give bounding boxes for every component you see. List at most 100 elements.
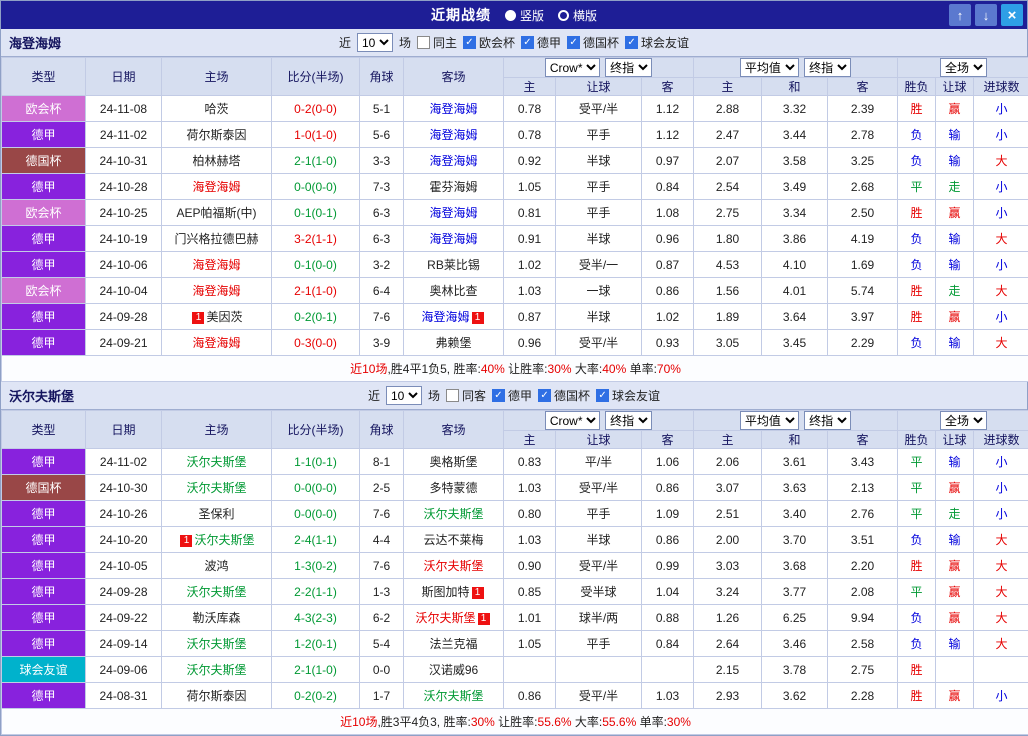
avg-odds-draw: 3.46	[762, 631, 828, 657]
avg-odds-draw: 3.61	[762, 449, 828, 475]
home-team-cell: 荷尔斯泰因	[162, 683, 272, 709]
match-row: 欧会杯24-11-08哈茨0-2(0-0)5-1海登海姆0.78受平/半1.12…	[2, 96, 1028, 122]
avg-odds-away: 2.68	[828, 174, 898, 200]
avg-final-select[interactable]: 终指	[804, 58, 851, 77]
home-team-cell: 圣保利	[162, 501, 272, 527]
handicap-odds-line: 受半球	[556, 579, 642, 605]
league-checkbox[interactable]: ✓欧会杯	[463, 34, 515, 51]
col-result-goals: 进球数	[974, 431, 1028, 449]
summary-row: 近10场,胜4平1负5, 胜率:40% 让胜率:30% 大率:40% 单率:70…	[2, 356, 1028, 382]
date-cell: 24-11-02	[86, 122, 162, 148]
summary-segment: 40%	[481, 362, 505, 376]
section-header: 海登海姆 近10场同主✓欧会杯✓德甲✓德国杯✓球会友谊	[1, 29, 1027, 57]
team-name-text: 美因茨	[206, 310, 242, 324]
result-goals: 大	[974, 330, 1028, 356]
summary-segment: 30%	[667, 715, 691, 729]
team-name-text: 奥林比查	[429, 284, 477, 298]
result-handicap: 赢	[936, 96, 974, 122]
league-checkbox[interactable]: ✓德甲	[492, 387, 532, 404]
col-odds-home: 主	[504, 78, 556, 96]
league-checkbox[interactable]: ✓德甲	[521, 34, 561, 51]
same-venue-checkbox[interactable]: 同客	[446, 387, 486, 404]
result-wdl: 胜	[898, 96, 936, 122]
league-checkbox[interactable]: ✓球会友谊	[625, 34, 689, 51]
away-team-cell: 海登海姆1	[404, 304, 504, 330]
score-cell: 0-0(0-0)	[272, 475, 360, 501]
match-row: 德甲24-10-06海登海姆0-1(0-0)3-2RB莱比锡1.02受半/一0.…	[2, 252, 1028, 278]
layout-radio-horizontal[interactable]: 横版	[558, 7, 597, 24]
scope-select[interactable]: 全场	[940, 411, 987, 430]
team-name-text: 海登海姆	[192, 336, 240, 350]
handicap-odds-home: 0.78	[504, 122, 556, 148]
avg-company-select[interactable]: 平均值	[740, 411, 799, 430]
type-badge: 德国杯	[2, 475, 86, 501]
same-venue-checkbox[interactable]: 同主	[417, 34, 457, 51]
avg-final-select[interactable]: 终指	[804, 411, 851, 430]
result-handicap: 赢	[936, 553, 974, 579]
handicap-odds-group: Crow* 终指	[504, 58, 694, 78]
team-name-text: 荷尔斯泰因	[186, 689, 246, 703]
result-wdl: 负	[898, 631, 936, 657]
date-cell: 24-10-20	[86, 527, 162, 553]
team-name-text: 海登海姆	[429, 206, 477, 220]
handicap-odds-home: 0.86	[504, 683, 556, 709]
odds-company-select[interactable]: Crow*	[545, 58, 600, 77]
match-count-select[interactable]: 10	[386, 386, 422, 405]
league-checkbox[interactable]: ✓德国杯	[538, 387, 590, 404]
corner-cell: 3-3	[360, 148, 404, 174]
layout-radio-vertical[interactable]: 竖版	[505, 7, 544, 24]
result-wdl: 平	[898, 475, 936, 501]
match-count-select[interactable]: 10	[357, 33, 393, 52]
col-avg-home: 主	[694, 78, 762, 96]
handicap-odds-line: 受平/半	[556, 475, 642, 501]
avg-odds-away: 2.58	[828, 631, 898, 657]
checkbox-label: 德国杯	[583, 34, 619, 51]
type-badge: 德甲	[2, 122, 86, 148]
odds-final-select[interactable]: 终指	[605, 58, 652, 77]
avg-odds-away: 5.74	[828, 278, 898, 304]
odds-company-select[interactable]: Crow*	[545, 411, 600, 430]
avg-company-select[interactable]: 平均值	[740, 58, 799, 77]
match-row: 德甲24-09-22勒沃库森4-3(2-3)6-2沃尔夫斯堡11.01球半/两0…	[2, 605, 1028, 631]
close-button[interactable]: ×	[1001, 4, 1023, 26]
scope-select[interactable]: 全场	[940, 58, 987, 77]
result-goals: 小	[974, 174, 1028, 200]
match-row: 德国杯24-10-30沃尔夫斯堡0-0(0-0)2-5多特蒙德1.03受平/半0…	[2, 475, 1028, 501]
team-name-text: 海登海姆	[429, 102, 477, 116]
games-label: 场	[428, 387, 440, 404]
handicap-odds-away: 0.99	[642, 553, 694, 579]
result-goals: 小	[974, 96, 1028, 122]
odds-final-select[interactable]: 终指	[605, 411, 652, 430]
team-name-text: 沃尔夫斯堡	[423, 689, 483, 703]
handicap-odds-away: 0.86	[642, 527, 694, 553]
red-card-badge: 1	[472, 587, 484, 599]
team-name-text: 海登海姆	[421, 310, 469, 324]
corner-cell: 7-6	[360, 553, 404, 579]
league-checkbox[interactable]: ✓德国杯	[567, 34, 619, 51]
near-label: 近	[368, 387, 380, 404]
corner-cell: 6-3	[360, 226, 404, 252]
checkbox-checked-icon: ✓	[463, 36, 476, 49]
type-badge: 欧会杯	[2, 200, 86, 226]
result-goals: 小	[974, 200, 1028, 226]
score-cell: 0-1(0-1)	[272, 200, 360, 226]
league-checkbox[interactable]: ✓球会友谊	[596, 387, 660, 404]
handicap-odds-away: 0.88	[642, 605, 694, 631]
avg-odds-draw: 4.01	[762, 278, 828, 304]
handicap-odds-home: 1.05	[504, 631, 556, 657]
section-header: 沃尔夫斯堡 近10场同客✓德甲✓德国杯✓球会友谊	[1, 382, 1027, 410]
arrow-up-button[interactable]: ↑	[949, 4, 971, 26]
date-cell: 24-10-25	[86, 200, 162, 226]
col-result-wdl: 胜负	[898, 78, 936, 96]
avg-odds-home: 2.06	[694, 449, 762, 475]
away-team-cell: 沃尔夫斯堡1	[404, 605, 504, 631]
titlebar-center: 近期战绩 竖版 横版	[431, 5, 597, 25]
arrow-down-button[interactable]: ↓	[975, 4, 997, 26]
summary-segment: 30%	[471, 715, 495, 729]
team-name-text: 奥格斯堡	[429, 455, 477, 469]
recent-results-window: 近期战绩 竖版 横版 ↑ ↓ × 海登海姆 近10场同主✓欧会杯✓德甲✓德国杯✓…	[0, 0, 1028, 736]
type-badge: 德甲	[2, 304, 86, 330]
avg-odds-away: 2.08	[828, 579, 898, 605]
type-badge: 德甲	[2, 252, 86, 278]
team-name-text: 沃尔夫斯堡	[423, 507, 483, 521]
